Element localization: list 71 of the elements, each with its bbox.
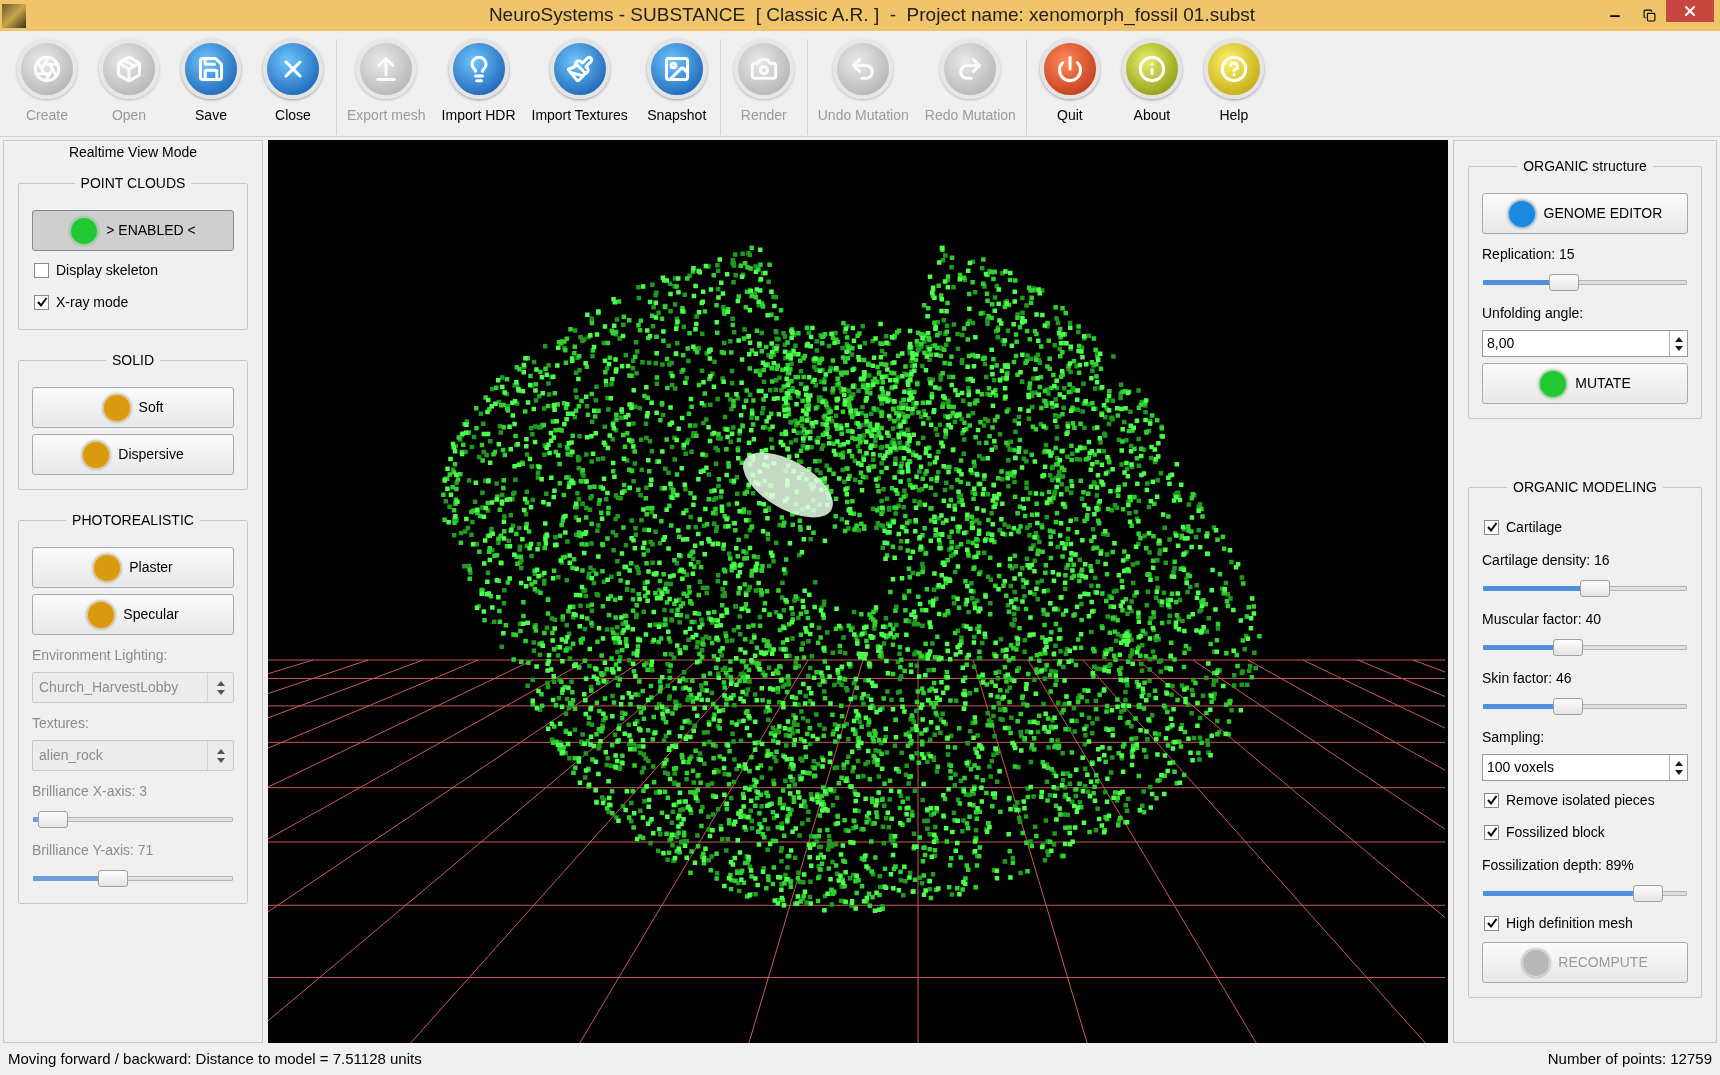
toolbar-button[interactable]: About [1110, 39, 1193, 126]
field-label: Brilliance Y-axis: 71 [32, 841, 155, 860]
led-button[interactable]: GENOME EDITOR [1482, 193, 1688, 234]
toolbar-button[interactable]: Close [252, 39, 334, 126]
toolbar-button[interactable]: Import Textures [523, 39, 636, 126]
field-label: Textures: [32, 714, 90, 733]
spinner-arrows-icon [215, 747, 226, 764]
slider-track[interactable] [1483, 636, 1687, 658]
led-button[interactable]: Specular [32, 594, 234, 635]
about-tool-icon [1121, 39, 1182, 99]
led-button[interactable]: MUTATE [1482, 363, 1688, 404]
checkbox[interactable]: Cartilage [1482, 514, 1688, 540]
open-tool-icon [99, 39, 159, 99]
slider-thumb[interactable] [1632, 885, 1663, 902]
toolbar-button[interactable]: Import HDR [433, 39, 524, 126]
led-button[interactable]: > ENABLED < [32, 210, 234, 251]
led-button[interactable]: Dispersive [32, 434, 234, 475]
spinner-arrows-icon [215, 679, 226, 696]
render-tool-icon [733, 39, 794, 99]
textures-tool-icon [549, 39, 610, 99]
spin-box[interactable]: 8,00 [1482, 330, 1688, 357]
spin-box[interactable]: 100 voxels [1482, 754, 1688, 781]
toolbar-button[interactable]: Help [1192, 39, 1275, 126]
checkbox[interactable]: High definition mesh [1482, 910, 1688, 936]
toolbar-button[interactable]: Save [170, 39, 252, 126]
toolbar-button[interactable]: Snapshot [635, 39, 718, 126]
field-label: Unfolding angle: [1482, 304, 1585, 323]
slider-track[interactable] [1483, 271, 1687, 293]
checkmark-icon [1485, 917, 1498, 929]
save-tool-icon [181, 39, 241, 99]
slider-thumb[interactable] [1549, 274, 1580, 291]
3d-viewport[interactable] [268, 140, 1448, 1043]
app-logo-icon [2, 3, 26, 28]
close-tool-icon [263, 39, 323, 99]
status-text: Moving forward / backward: Distance to model = 7.51128 units [8, 1048, 422, 1069]
checkmark-icon [1485, 826, 1498, 838]
field-label: Replication: 15 [1482, 245, 1576, 264]
checkbox[interactable]: Fossilized block [1482, 819, 1688, 845]
checkbox[interactable]: Remove isolated pieces [1482, 787, 1688, 813]
field-label: Muscular factor: 40 [1482, 610, 1603, 629]
checkbox[interactable]: Display skeleton [32, 257, 234, 283]
hdr-tool-icon [448, 39, 509, 99]
slider-track[interactable] [1483, 695, 1687, 717]
field-label: Fossilization depth: 89% [1482, 856, 1635, 875]
snapshot-tool-icon [646, 39, 707, 99]
slider-track[interactable] [1483, 577, 1687, 599]
quit-tool-icon [1039, 39, 1100, 99]
field-label: Sampling: [1482, 728, 1546, 747]
help-tool-icon [1203, 39, 1264, 99]
export-tool-icon [356, 39, 417, 99]
toolbar-button[interactable]: Quit [1028, 39, 1111, 126]
field-label: Environment Lighting: [32, 646, 169, 665]
slider-thumb[interactable] [1552, 698, 1583, 715]
led-button[interactable]: Plaster [32, 547, 234, 588]
checkmark-icon [1485, 521, 1498, 533]
slider-track[interactable] [1483, 882, 1687, 904]
field-label: Skin factor: 46 [1482, 669, 1573, 688]
redo-tool-icon [940, 39, 1001, 99]
window-title: NeuroSystems - SUBSTANCE [ Classic A.R. ] - Project name: xenomorph_fossil 01.subst [487, 3, 1257, 28]
undo-tool-icon [833, 39, 894, 99]
slider-thumb[interactable] [1552, 639, 1583, 656]
create-tool-icon [17, 39, 77, 99]
field-label: Cartilage density: 16 [1482, 551, 1611, 570]
slider-thumb[interactable] [1580, 580, 1611, 597]
close-icon[interactable] [1666, 0, 1714, 22]
checkmark-icon [1485, 794, 1498, 806]
checkmark-icon [35, 296, 48, 308]
led-button[interactable]: Soft [32, 387, 234, 428]
field-label: Brilliance X-axis: 3 [32, 782, 149, 801]
checkbox[interactable]: X-ray mode [32, 289, 234, 315]
point-count: Number of points: 12759 [1547, 1048, 1712, 1069]
